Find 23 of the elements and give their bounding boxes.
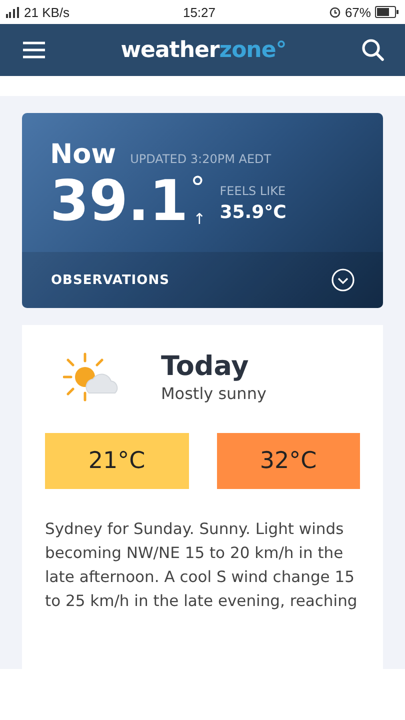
forecast-summary: Mostly sunny bbox=[161, 384, 266, 403]
now-title: Now bbox=[50, 139, 116, 170]
alarm-icon bbox=[328, 6, 341, 18]
chevron-icon bbox=[331, 268, 355, 292]
forecast-day: Today bbox=[161, 351, 266, 382]
forecast-description: Sydney for Sunday. Sunny. Light winds becoming NW/NE 15 to 20 km/h in the late afternoon. A cool S wind change 15 to 25 km/h in the late evening, reaching bbox=[45, 519, 358, 612]
minimum-temperature: 21°C bbox=[45, 433, 188, 489]
feels-like-label: FEELS LIKE bbox=[220, 184, 286, 198]
maximum-temperature: 32°C bbox=[216, 433, 360, 489]
feels-like-temperature: 35.9°C bbox=[220, 202, 286, 223]
search-button[interactable] bbox=[361, 38, 385, 62]
clock-time: 15:27 bbox=[182, 4, 216, 20]
trend-arrow: ↑ bbox=[193, 210, 206, 228]
network-speed: 21 KB/s bbox=[24, 4, 70, 20]
battery-percent: 67% bbox=[344, 4, 371, 20]
weatherzone-logo[interactable]: weatherzone° bbox=[120, 38, 286, 62]
battery-icon bbox=[374, 6, 399, 18]
updated-time: UPDATED 3:20PM AEDT bbox=[130, 152, 272, 166]
observations-toggle[interactable]: OBSERVATIONS bbox=[22, 252, 383, 308]
current-temperature: 39.1 bbox=[50, 174, 188, 230]
signal-icon bbox=[6, 6, 20, 18]
menu-button[interactable] bbox=[22, 41, 46, 59]
degree-symbol: ° bbox=[190, 174, 206, 204]
